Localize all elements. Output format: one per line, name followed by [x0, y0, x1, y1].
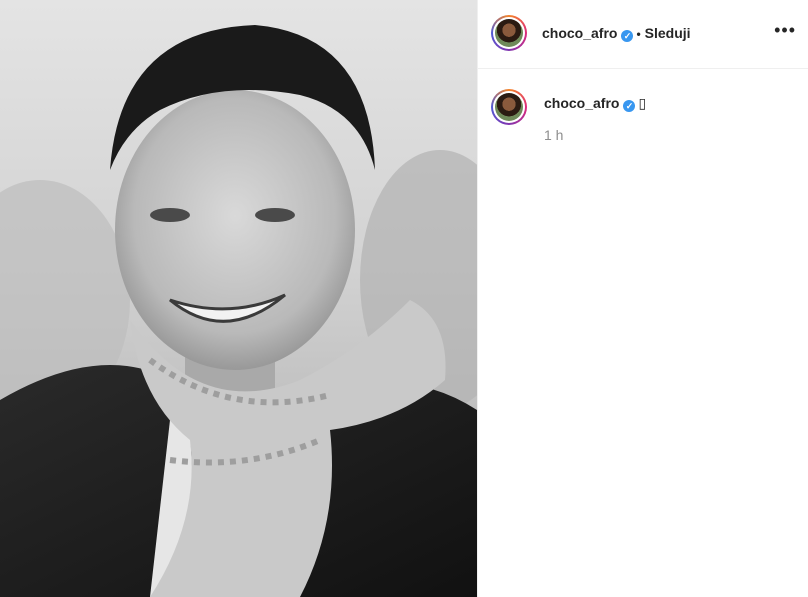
caption-text: ▯: [638, 95, 647, 111]
author-avatar[interactable]: [491, 15, 527, 51]
caption-line: choco_afro ✓ ▯: [544, 95, 646, 112]
post-photo[interactable]: [0, 0, 477, 597]
caption-avatar[interactable]: [491, 89, 527, 125]
verified-badge-icon: ✓: [623, 100, 636, 112]
more-options-icon[interactable]: •••: [774, 20, 796, 41]
author-line: choco_afro ✓ • Sleduji: [542, 25, 691, 42]
caption-timestamp[interactable]: 1 h: [544, 127, 563, 143]
verified-badge-icon: ✓: [621, 30, 634, 42]
separator-dot: •: [636, 27, 641, 41]
portrait-image: [0, 0, 477, 597]
post-header: choco_afro ✓ • Sleduji •••: [478, 0, 808, 69]
caption-username[interactable]: choco_afro: [544, 95, 619, 111]
follow-button[interactable]: Sleduji: [645, 25, 691, 41]
author-username[interactable]: choco_afro: [542, 25, 617, 41]
post-sidebar: choco_afro ✓ • Sleduji ••• choco_afro ✓ ▯ 1 h: [477, 0, 808, 597]
